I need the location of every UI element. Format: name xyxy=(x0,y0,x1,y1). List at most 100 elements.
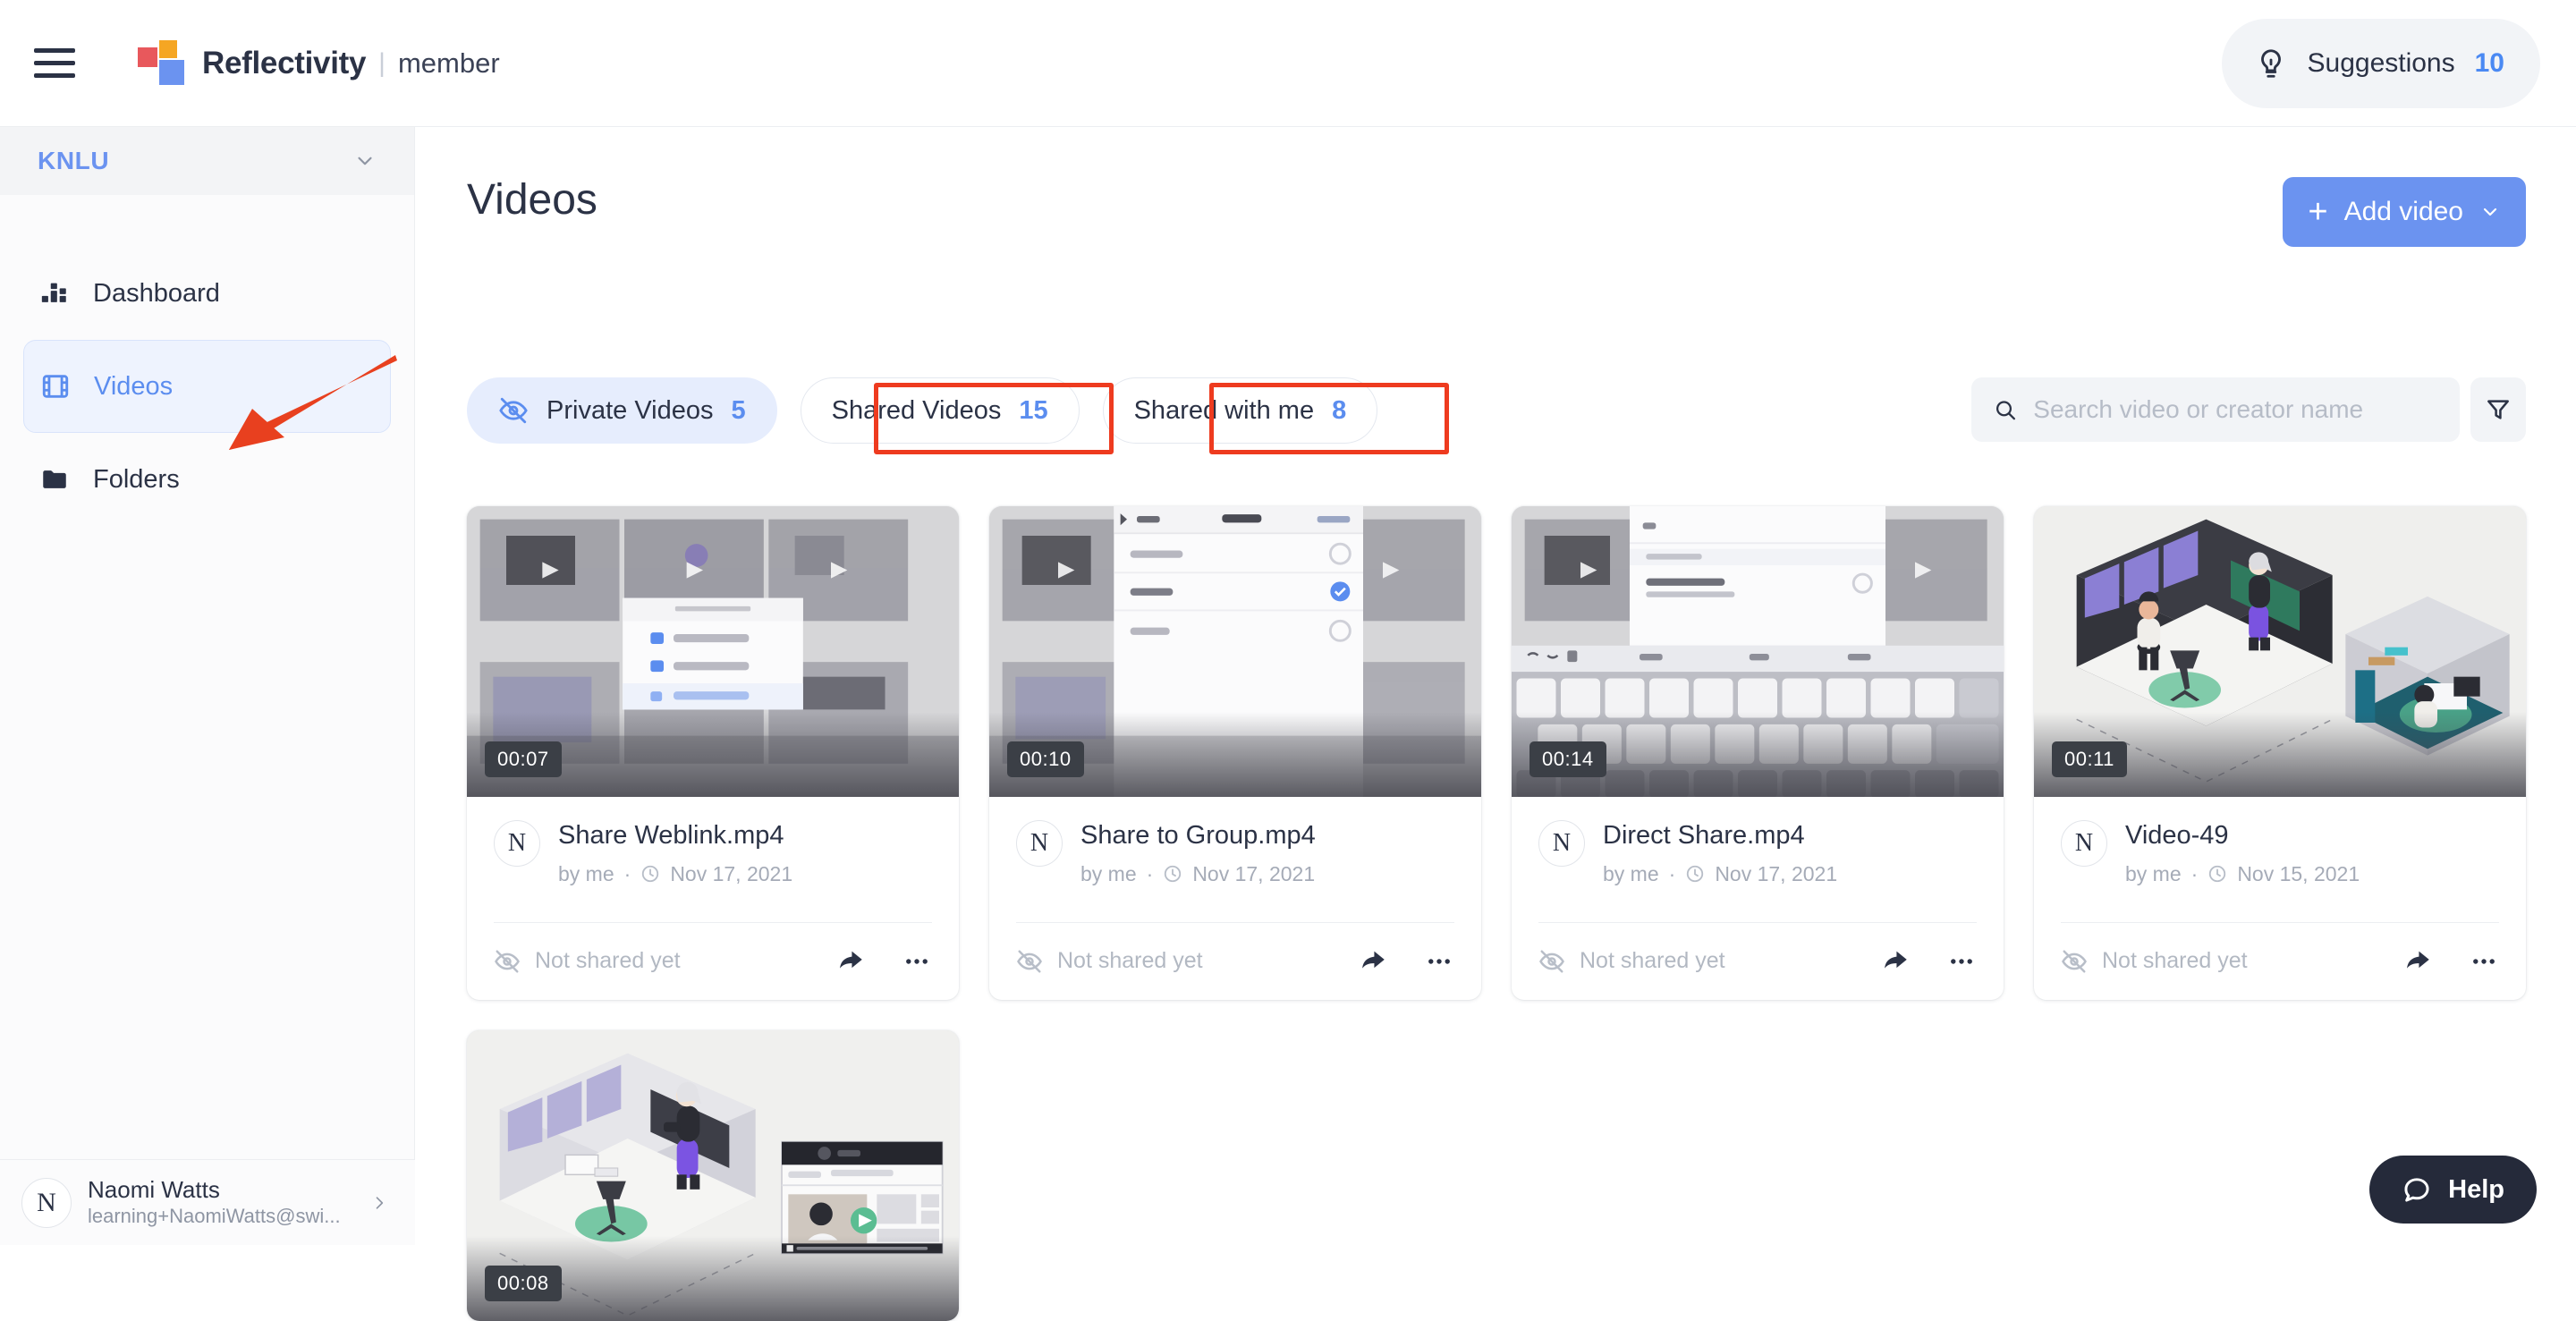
video-thumbnail[interactable]: 00:08 xyxy=(467,1030,959,1321)
search-input[interactable] xyxy=(2033,395,2438,424)
hamburger-line xyxy=(34,48,75,53)
more-horizontal-icon[interactable] xyxy=(2469,946,2499,977)
reflectivity-logo-icon xyxy=(138,40,188,87)
tab-shared-with-me[interactable]: Shared with me 8 xyxy=(1103,377,1378,444)
share-status: Not shared yet xyxy=(2061,948,2248,975)
card-title-block: Share Weblink.mp4 by me · Nov 17, 2021 xyxy=(558,820,792,886)
workspace-selector[interactable]: KNLU xyxy=(0,127,414,195)
video-date: Nov 15, 2021 xyxy=(2237,862,2360,886)
more-horizontal-icon[interactable] xyxy=(1946,946,1977,977)
avatar-letter: N xyxy=(508,829,526,858)
card-footer: Not shared yet xyxy=(467,923,959,1000)
share-status-label: Not shared yet xyxy=(535,948,681,974)
card-actions xyxy=(1880,946,1977,977)
share-arrow-icon[interactable] xyxy=(1358,946,1388,977)
video-thumbnail[interactable]: 00:10 xyxy=(989,506,1481,797)
video-duration: 00:11 xyxy=(2052,741,2127,777)
tab-count: 15 xyxy=(1019,396,1047,426)
hamburger-line xyxy=(34,73,75,78)
video-duration: 00:08 xyxy=(485,1266,562,1301)
clock-icon xyxy=(2207,864,2227,884)
card-actions xyxy=(2402,946,2499,977)
video-author: by me xyxy=(2125,862,2182,886)
video-date: Nov 17, 2021 xyxy=(1192,862,1315,886)
meta-separator: · xyxy=(1669,862,1676,886)
profile-text: Naomi Watts learning+NaomiWatts@swi... xyxy=(88,1175,370,1230)
logo-square-orange xyxy=(159,40,177,58)
suggestions-count: 10 xyxy=(2475,48,2504,79)
help-button[interactable]: Help xyxy=(2369,1156,2537,1224)
hamburger-menu-icon[interactable] xyxy=(34,46,80,81)
search-box[interactable] xyxy=(1971,377,2460,442)
dashboard-icon xyxy=(39,278,70,309)
share-arrow-icon[interactable] xyxy=(2402,946,2433,977)
tab-shared-videos[interactable]: Shared Videos 15 xyxy=(801,377,1080,444)
sidebar-item-folders[interactable]: Folders xyxy=(23,433,391,526)
video-title: Share to Group.mp4 xyxy=(1080,820,1316,851)
tab-count: 5 xyxy=(731,396,745,426)
card-footer: Not shared yet xyxy=(989,923,1481,1000)
more-horizontal-icon[interactable] xyxy=(902,946,932,977)
video-author: by me xyxy=(1080,862,1137,886)
eye-off-icon xyxy=(494,948,521,975)
video-card[interactable]: 00:14 N Direct Share.mp4 by me · xyxy=(1512,506,2004,1000)
card-header: N Share Weblink.mp4 by me · Nov 17, 2021 xyxy=(494,820,932,886)
card-title-block: Video-49 by me · Nov 15, 2021 xyxy=(2125,820,2360,886)
sidebar-item-videos[interactable]: Videos xyxy=(23,340,391,433)
eye-off-icon xyxy=(1016,948,1043,975)
clock-icon xyxy=(1163,864,1182,884)
avatar: N xyxy=(21,1178,72,1228)
brand-separator: | xyxy=(378,48,386,79)
clock-icon xyxy=(640,864,660,884)
video-card[interactable]: 00:10 N Share to Group.mp4 by me · xyxy=(989,506,1481,1000)
add-video-label: Add video xyxy=(2344,197,2463,227)
video-meta: by me · Nov 17, 2021 xyxy=(1080,862,1316,886)
sidebar: KNLU Dashboard xyxy=(0,127,415,1245)
tab-count: 8 xyxy=(1332,396,1346,426)
workspace-name: KNLU xyxy=(38,147,109,175)
share-arrow-icon[interactable] xyxy=(835,946,866,977)
eye-off-icon xyxy=(498,395,529,426)
video-meta: by me · Nov 15, 2021 xyxy=(2125,862,2360,886)
share-status: Not shared yet xyxy=(494,948,681,975)
avatar: N xyxy=(494,820,540,867)
suggestions-button[interactable]: Suggestions 10 xyxy=(2222,19,2541,108)
video-thumbnail[interactable]: 00:11 xyxy=(2034,506,2526,797)
video-card[interactable]: 00:08 xyxy=(467,1030,959,1321)
sidebar-item-dashboard[interactable]: Dashboard xyxy=(23,247,391,340)
video-duration: 00:10 xyxy=(1007,741,1084,777)
brand-logo[interactable]: Reflectivity | member xyxy=(138,40,500,87)
video-author: by me xyxy=(558,862,614,886)
main-content: Videos + Add video Private Videos 5 Shar… xyxy=(415,127,2576,1245)
eye-off-icon xyxy=(2061,948,2088,975)
eye-off-icon xyxy=(1538,948,1565,975)
add-video-button[interactable]: + Add video xyxy=(2283,177,2526,247)
video-meta: by me · Nov 17, 2021 xyxy=(558,862,792,886)
video-meta: by me · Nov 17, 2021 xyxy=(1603,862,1837,886)
video-grid: 00:07 N Share Weblink.mp4 by me · xyxy=(467,506,2526,1321)
meta-separator: · xyxy=(2191,862,2199,886)
meta-separator: · xyxy=(624,862,631,886)
plus-icon: + xyxy=(2308,195,2327,229)
video-card[interactable]: 00:11 N Video-49 by me · xyxy=(2034,506,2526,1000)
more-horizontal-icon[interactable] xyxy=(1424,946,1454,977)
tab-private-videos[interactable]: Private Videos 5 xyxy=(467,377,777,444)
sidebar-item-label: Folders xyxy=(93,465,180,495)
avatar-letter: N xyxy=(1553,829,1571,858)
video-title: Share Weblink.mp4 xyxy=(558,820,792,851)
brand-role: member xyxy=(398,47,500,80)
filter-button[interactable] xyxy=(2470,377,2526,442)
share-arrow-icon[interactable] xyxy=(1880,946,1911,977)
video-author: by me xyxy=(1603,862,1659,886)
filter-funnel-icon xyxy=(2484,395,2512,424)
video-card[interactable]: 00:07 N Share Weblink.mp4 by me · xyxy=(467,506,959,1000)
card-title-block: Direct Share.mp4 by me · Nov 17, 2021 xyxy=(1603,820,1837,886)
user-profile[interactable]: N Naomi Watts learning+NaomiWatts@swi... xyxy=(0,1159,415,1245)
card-header: N Video-49 by me · Nov 15, 2021 xyxy=(2061,820,2499,886)
sidebar-item-label: Videos xyxy=(94,372,173,402)
share-status: Not shared yet xyxy=(1538,948,1725,975)
video-duration: 00:07 xyxy=(485,741,562,777)
share-status-label: Not shared yet xyxy=(1580,948,1725,974)
video-thumbnail[interactable]: 00:07 xyxy=(467,506,959,797)
video-thumbnail[interactable]: 00:14 xyxy=(1512,506,2004,797)
